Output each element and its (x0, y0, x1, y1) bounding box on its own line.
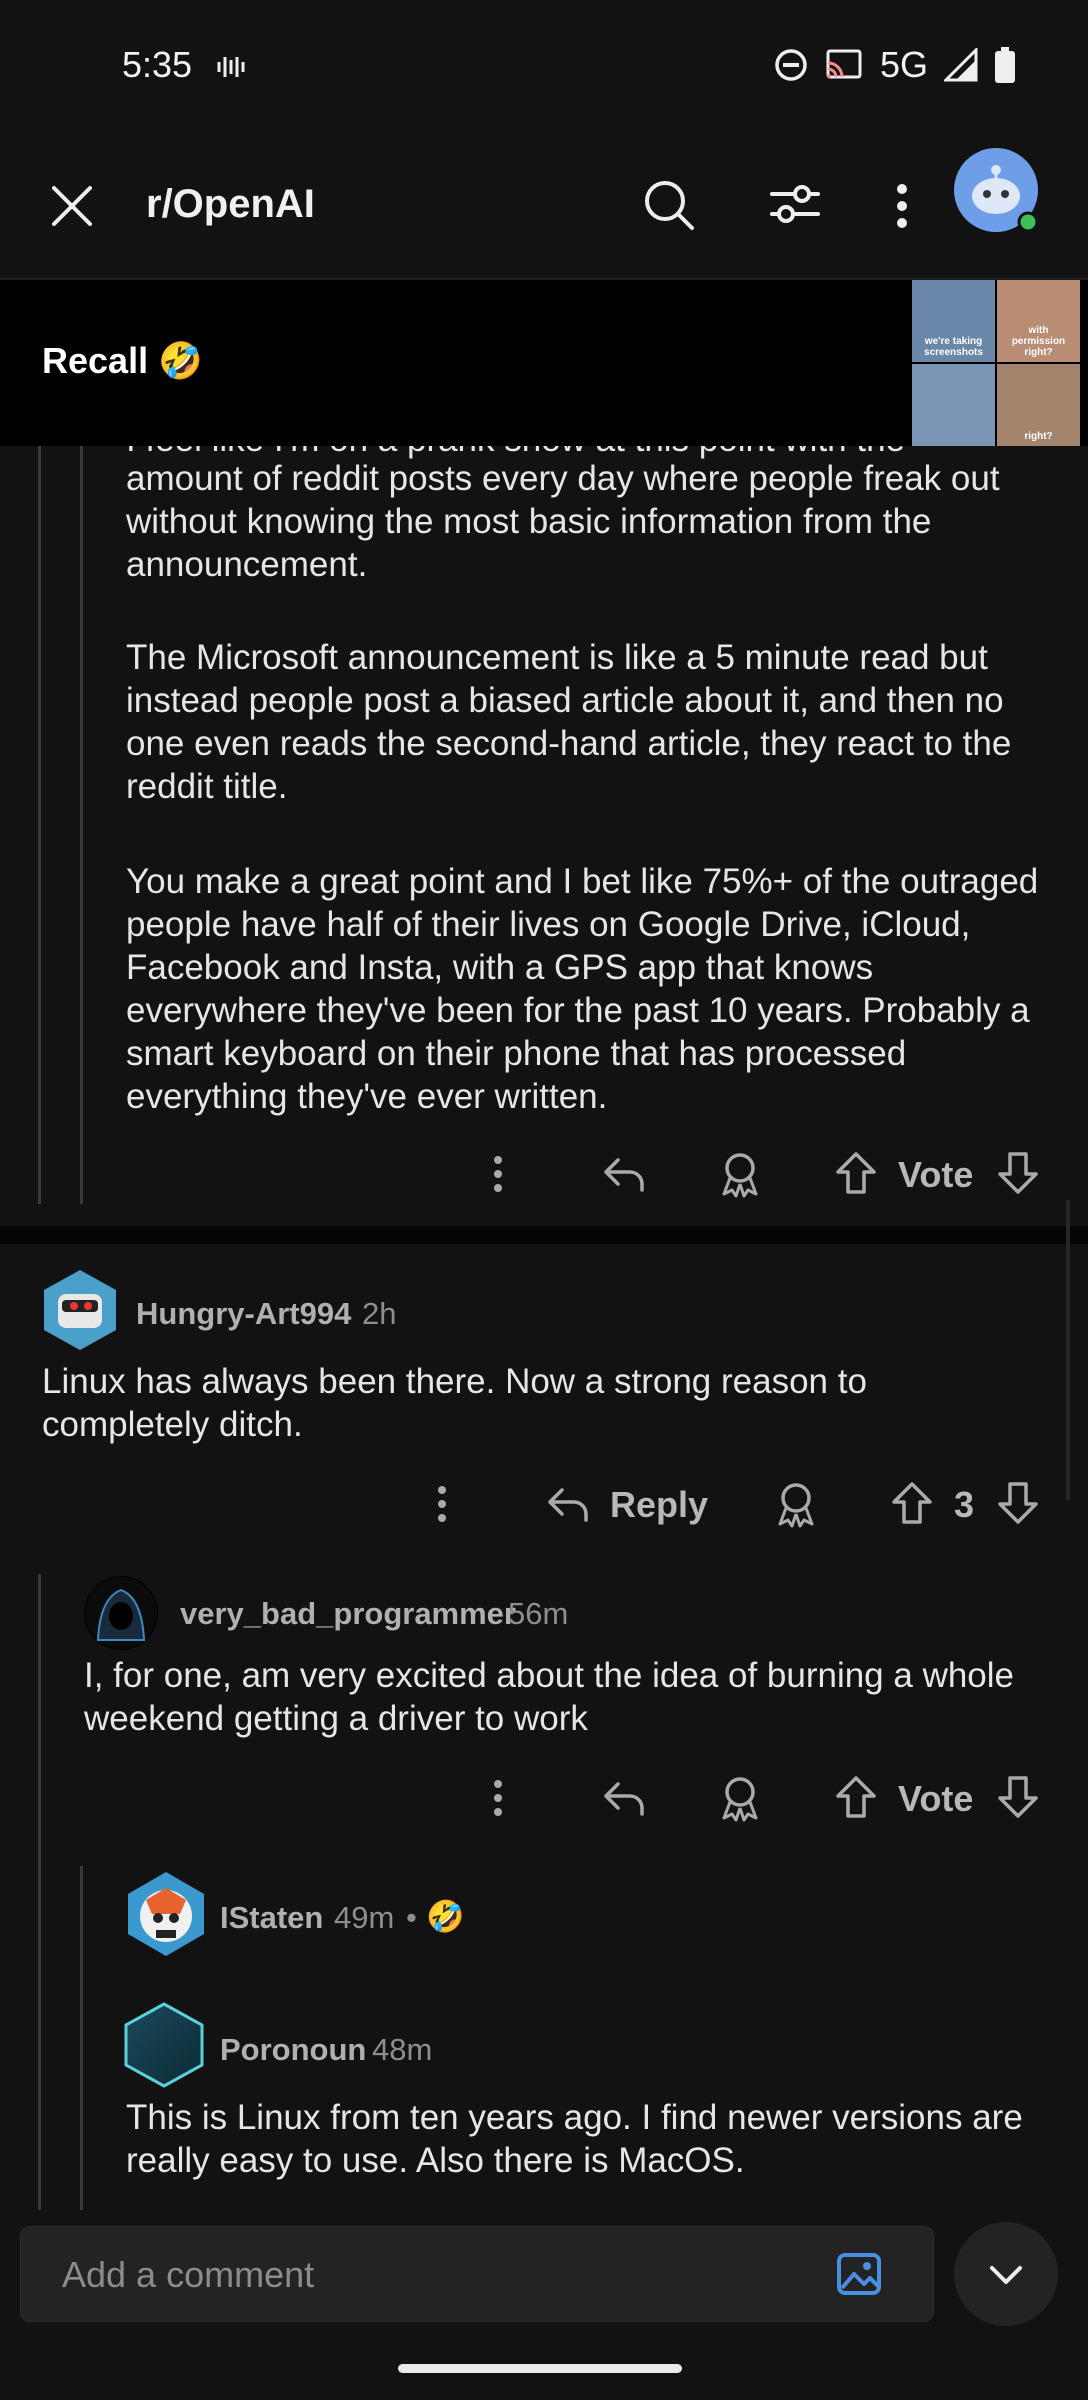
timestamp: 48m (372, 2032, 433, 2067)
scrollbar[interactable] (1066, 1200, 1070, 1500)
post-thumbnail[interactable]: we're taking screenshots with permission… (912, 280, 1080, 446)
filter-icon[interactable] (768, 180, 822, 228)
comment-body: Linux has always been there. Now a stron… (42, 1362, 867, 1444)
reply-icon[interactable] (602, 1776, 646, 1820)
image-icon[interactable] (836, 2252, 882, 2296)
thread-line (38, 446, 41, 1204)
status-time: 5:35 (122, 44, 193, 85)
chevron-down-icon (988, 2262, 1024, 2286)
reply-button[interactable]: Reply (610, 1484, 708, 1526)
comment-paragraph: You make a great point and I bet like 75… (126, 862, 1039, 1116)
thumb-caption: right? (1024, 431, 1053, 442)
avatar[interactable] (84, 1576, 158, 1650)
timestamp: 56m (508, 1596, 569, 1631)
upvote-icon[interactable] (834, 1150, 878, 1196)
thread-line (80, 446, 83, 1204)
comment-body: I, for one, am very excited about the id… (84, 1656, 1015, 1738)
award-icon[interactable] (772, 1480, 820, 1528)
status-icons: 5G (774, 44, 1016, 86)
vote-score: 3 (954, 1484, 975, 1525)
thread-line (38, 1574, 41, 2214)
avatar[interactable] (124, 1870, 208, 1958)
close-icon[interactable] (48, 182, 96, 230)
vibrate-icon (216, 52, 246, 82)
emoji-preview: 🤣 (426, 1899, 465, 1934)
post-title: Recall 🤣 (42, 340, 203, 381)
comment-paragraph: amount of reddit posts every day where p… (126, 459, 1000, 584)
battery-icon (995, 47, 1015, 83)
comment-body: This is Linux from ten years ago. I find… (126, 2098, 1023, 2180)
signal-icon (944, 48, 978, 82)
downvote-icon[interactable] (996, 1480, 1040, 1526)
timestamp: 2h (362, 1296, 397, 1331)
upvote-icon[interactable] (834, 1774, 878, 1820)
timestamp: 49m (334, 1900, 395, 1935)
username[interactable]: very_bad_programmer (180, 1596, 516, 1632)
downvote-icon[interactable] (996, 1150, 1040, 1196)
more-icon[interactable] (894, 182, 910, 230)
award-icon[interactable] (716, 1774, 764, 1822)
vote-label: Vote (898, 1778, 974, 1819)
more-options-icon[interactable] (490, 1778, 506, 1818)
home-indicator[interactable] (398, 2364, 682, 2373)
avatar[interactable] (38, 1268, 122, 1352)
thumb-caption: with permission right? (1011, 325, 1066, 358)
comment-paragraph: The Microsoft announcement is like a 5 m… (126, 638, 1012, 806)
more-options-icon[interactable] (434, 1484, 450, 1524)
thread-line (80, 1866, 83, 2214)
comment-placeholder: Add a comment (62, 2254, 315, 2295)
search-icon[interactable] (642, 178, 696, 232)
downvote-icon[interactable] (996, 1774, 1040, 1820)
more-options-icon[interactable] (490, 1154, 506, 1194)
award-icon[interactable] (716, 1150, 764, 1198)
avatar[interactable] (124, 2002, 204, 2088)
subreddit-title[interactable]: r/OpenAI (146, 182, 315, 227)
vote-label: Vote (898, 1154, 974, 1195)
network-type: 5G (879, 44, 928, 85)
username[interactable]: IStaten (220, 1900, 323, 1936)
separator-dot: • (406, 1900, 417, 1935)
thumb-caption: we're taking screenshots (924, 336, 983, 358)
reply-icon[interactable] (546, 1482, 590, 1526)
divider (0, 1226, 1088, 1244)
reply-icon[interactable] (602, 1152, 646, 1196)
username[interactable]: Poronoun (220, 2032, 366, 2068)
dnd-icon (775, 49, 807, 81)
upvote-icon[interactable] (890, 1480, 934, 1526)
user-avatar[interactable] (952, 146, 1040, 234)
cast-icon (826, 49, 862, 79)
username[interactable]: Hungry-Art994 (136, 1296, 351, 1332)
